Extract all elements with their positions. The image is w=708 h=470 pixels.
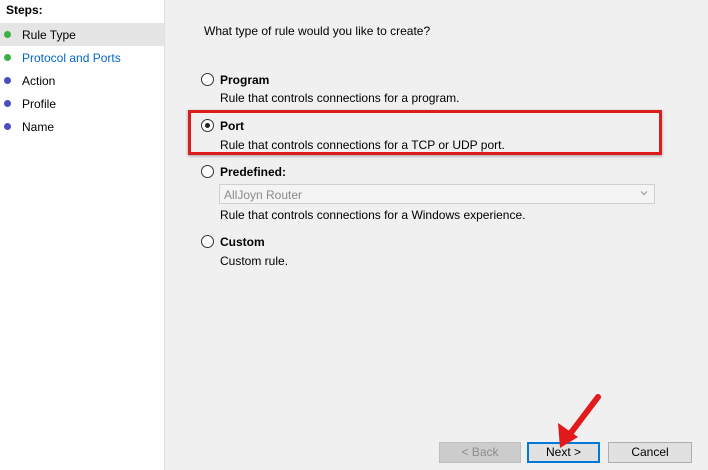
back-button[interactable]: < Back — [439, 442, 521, 463]
step-rule-type[interactable]: Rule Type — [0, 23, 164, 46]
step-profile[interactable]: Profile — [0, 92, 164, 115]
cancel-button[interactable]: Cancel — [608, 442, 692, 463]
predefined-rule-select[interactable]: AllJoyn Router — [219, 184, 655, 204]
port-highlight-box — [188, 110, 662, 155]
custom-radio[interactable] — [201, 235, 214, 248]
predefined-radio[interactable] — [201, 165, 214, 178]
step-label: Rule Type — [22, 28, 76, 42]
predefined-option-description: Rule that controls connections for a Win… — [220, 208, 526, 222]
predefined-option-label[interactable]: Predefined: — [220, 165, 286, 179]
step-label: Name — [22, 120, 55, 134]
step-complete-dot-icon — [4, 54, 11, 61]
program-radio[interactable] — [201, 73, 214, 86]
step-protocol-and-ports[interactable]: Protocol and Ports — [0, 46, 164, 69]
step-pending-dot-icon — [4, 100, 11, 107]
chevron-down-icon — [640, 191, 648, 196]
rule-type-question: What type of rule would you like to crea… — [204, 24, 431, 38]
step-label: Action — [22, 74, 56, 88]
step-label: Protocol and Ports — [22, 51, 121, 65]
steps-sidebar: Steps: Rule Type Protocol and Ports Acti… — [0, 0, 165, 470]
steps-title: Steps: — [6, 3, 43, 17]
step-label: Profile — [22, 97, 57, 111]
custom-option-label[interactable]: Custom — [220, 235, 265, 249]
predefined-select-value: AllJoyn Router — [224, 188, 303, 202]
step-action[interactable]: Action — [0, 69, 164, 92]
program-option-description: Rule that controls connections for a pro… — [220, 91, 460, 105]
red-arrow-icon — [558, 394, 601, 448]
program-option-label[interactable]: Program — [220, 73, 269, 87]
step-complete-dot-icon — [4, 31, 11, 38]
step-pending-dot-icon — [4, 123, 11, 130]
step-name[interactable]: Name — [0, 115, 164, 138]
custom-option-description: Custom rule. — [220, 254, 289, 268]
step-pending-dot-icon — [4, 77, 11, 84]
